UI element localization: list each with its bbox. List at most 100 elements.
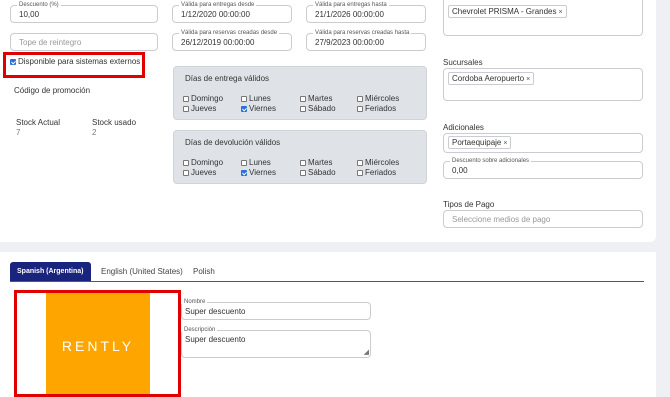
highlight-external-systems: [3, 52, 145, 78]
checkbox-icon: [357, 170, 363, 176]
stock-used-value: 2: [92, 128, 97, 137]
return-day-label: Jueves: [191, 168, 217, 177]
model-tag-remove-icon[interactable]: ×: [558, 9, 562, 16]
reserve-to-label: Válida para reservas creadas hasta: [313, 29, 412, 37]
checkbox-checked-icon: [241, 106, 247, 112]
checkbox-icon: [357, 160, 363, 166]
delivery-day-label: Viernes: [249, 104, 276, 113]
discount-value: 10,00: [19, 10, 40, 19]
delivery-day-2[interactable]: Martes: [300, 94, 332, 103]
delivery-day-4[interactable]: Jueves: [183, 104, 216, 113]
delivery-day-6[interactable]: Sábado: [300, 104, 336, 113]
reserve-to-field[interactable]: Válida para reservas creadas hasta 27/9/…: [306, 29, 426, 51]
return-days-title: Días de devolución válidos: [185, 138, 281, 147]
delivery-day-label: Martes: [308, 94, 333, 103]
return-day-5[interactable]: Viernes: [241, 168, 276, 177]
additional-tag: Portaequipaje ×: [448, 136, 512, 149]
checkbox-icon: [300, 160, 306, 166]
checkbox-icon: [241, 160, 247, 166]
checkbox-icon: [300, 170, 306, 176]
tab-polish[interactable]: Polish: [193, 262, 215, 281]
stock-actual-label: Stock Actual: [16, 118, 61, 127]
delivery-day-label: Domingo: [191, 94, 224, 103]
description-field[interactable]: Descripción Super descuento ◢: [181, 326, 371, 358]
delivery-to-label: Válida para entregas hasta: [313, 1, 389, 9]
delivery-to-value: 21/1/2026 00:00:00: [315, 10, 384, 19]
checkbox-icon: [183, 160, 189, 166]
return-day-label: Lunes: [249, 158, 271, 167]
additionals-discount-field[interactable]: Descuento sobre adicionales 0,00: [443, 157, 643, 179]
branches-select[interactable]: Cordoba Aeropuerto ×: [443, 68, 643, 101]
delivery-days-title: Días de entrega válidos: [185, 74, 270, 83]
resize-handle-icon[interactable]: ◢: [364, 349, 369, 356]
models-select[interactable]: Chevrolet PRISMA - Grandes ×: [443, 0, 643, 36]
checkbox-icon: [300, 106, 306, 112]
delivery-from-label: Válida para entregas desde: [179, 1, 257, 9]
tab-english-us-label: English (United States): [101, 267, 183, 276]
reserve-to-value: 27/9/2023 00:00:00: [315, 38, 384, 47]
tab-spanish-argentina-label: Spanish (Argentina): [17, 268, 84, 275]
name-field[interactable]: Nombre Super descuento: [181, 298, 371, 320]
return-day-label: Feriados: [365, 168, 397, 177]
branch-tag-label: Cordoba Aeropuerto: [452, 74, 525, 83]
return-day-6[interactable]: Sábado: [300, 168, 336, 177]
additionals-select[interactable]: Portaequipaje ×: [443, 133, 643, 153]
payment-types-label: Tipos de Pago: [443, 200, 495, 209]
model-tag-label: Chevrolet PRISMA - Grandes: [452, 7, 557, 16]
checkbox-icon: [300, 96, 306, 102]
additionals-discount-value: 0,00: [452, 166, 468, 175]
return-day-label: Martes: [308, 158, 333, 167]
checkbox-icon: [183, 106, 189, 112]
branch-tag: Cordoba Aeropuerto ×: [448, 72, 535, 85]
checkbox-icon: [183, 96, 189, 102]
checkbox-icon: [357, 106, 363, 112]
return-day-4[interactable]: Jueves: [183, 168, 216, 177]
return-day-label: Miércoles: [365, 158, 400, 167]
stock-used-label: Stock usado: [92, 118, 137, 127]
delivery-day-3[interactable]: Miércoles: [357, 94, 399, 103]
delivery-day-label: Lunes: [249, 94, 271, 103]
additionals-discount-label: Descuento sobre adicionales: [450, 157, 532, 165]
return-day-3[interactable]: Miércoles: [357, 158, 399, 167]
name-value: Super descuento: [185, 307, 246, 316]
tab-polish-label: Polish: [193, 267, 215, 276]
refund-cap-placeholder: Tope de reintegro: [19, 38, 82, 47]
refund-cap-field[interactable]: Tope de reintegro: [10, 33, 158, 51]
stock-actual-value: 7: [16, 128, 21, 137]
return-day-label: Sábado: [308, 168, 336, 177]
checkbox-icon: [357, 96, 363, 102]
delivery-from-value: 1/12/2020 00:00:00: [181, 10, 250, 19]
checkbox-icon: [183, 170, 189, 176]
additional-tag-label: Portaequipaje: [452, 138, 502, 147]
branch-tag-remove-icon[interactable]: ×: [526, 76, 530, 83]
promo-code-label: Código de promoción: [14, 86, 91, 95]
delivery-day-label: Jueves: [191, 104, 217, 113]
highlight-promotion-image: [14, 290, 181, 397]
delivery-day-1[interactable]: Lunes: [241, 94, 271, 103]
delivery-from-field[interactable]: Válida para entregas desde 1/12/2020 00:…: [172, 1, 292, 23]
return-day-0[interactable]: Domingo: [183, 158, 223, 167]
discount-field[interactable]: Descuento (%) 10,00: [10, 1, 158, 23]
checkbox-icon: [241, 96, 247, 102]
name-label: Nombre: [182, 298, 208, 306]
delivery-to-field[interactable]: Válida para entregas hasta 21/1/2026 00:…: [306, 1, 426, 23]
payment-types-select[interactable]: Seleccione medios de pago: [443, 210, 643, 228]
delivery-day-7[interactable]: Feriados: [357, 104, 396, 113]
reserve-from-field[interactable]: Válida para reservas creadas desde 26/12…: [172, 29, 292, 51]
tab-english-us[interactable]: English (United States): [101, 262, 183, 281]
reserve-from-label: Válida para reservas creadas desde: [179, 29, 280, 37]
delivery-day-5[interactable]: Viernes: [241, 104, 276, 113]
delivery-day-0[interactable]: Domingo: [183, 94, 223, 103]
return-day-label: Viernes: [249, 168, 276, 177]
model-tag: Chevrolet PRISMA - Grandes ×: [448, 5, 567, 18]
description-value: Super descuento: [185, 335, 246, 344]
return-day-2[interactable]: Martes: [300, 158, 332, 167]
delivery-day-label: Feriados: [365, 104, 397, 113]
discount-label: Descuento (%): [17, 1, 61, 9]
return-day-1[interactable]: Lunes: [241, 158, 271, 167]
return-day-7[interactable]: Feriados: [357, 168, 396, 177]
delivery-day-label: Sábado: [308, 104, 336, 113]
tab-spanish-argentina[interactable]: Spanish (Argentina): [10, 262, 91, 281]
additionals-label: Adicionales: [443, 123, 484, 132]
additional-tag-remove-icon[interactable]: ×: [503, 140, 507, 147]
